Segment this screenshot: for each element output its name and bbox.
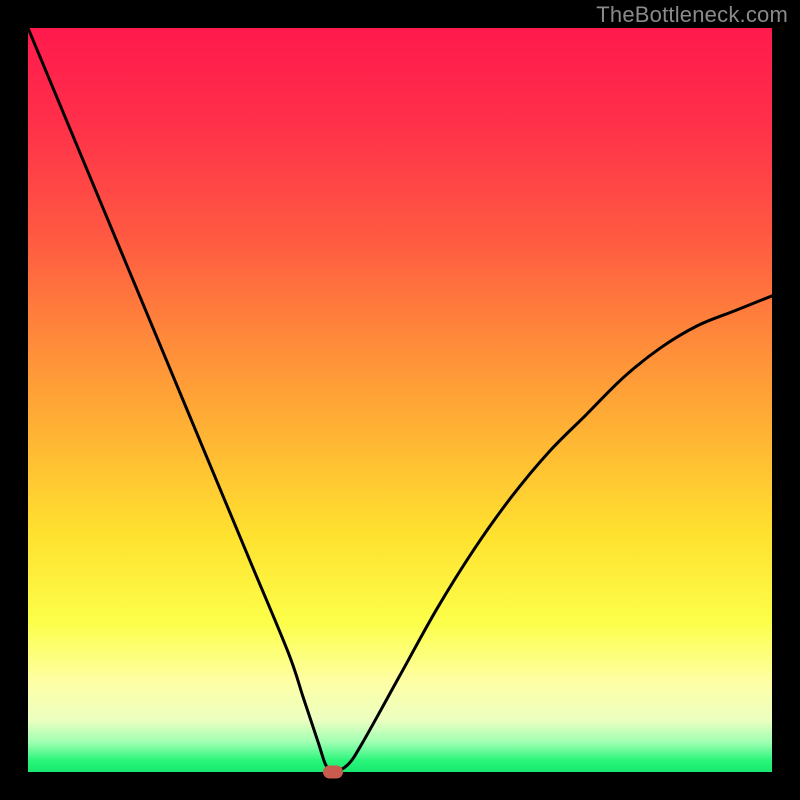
bottleneck-curve	[28, 28, 772, 772]
chart-frame: TheBottleneck.com	[0, 0, 800, 800]
watermark-text: TheBottleneck.com	[596, 2, 788, 28]
optimum-marker	[323, 766, 343, 779]
plot-area	[28, 28, 772, 772]
